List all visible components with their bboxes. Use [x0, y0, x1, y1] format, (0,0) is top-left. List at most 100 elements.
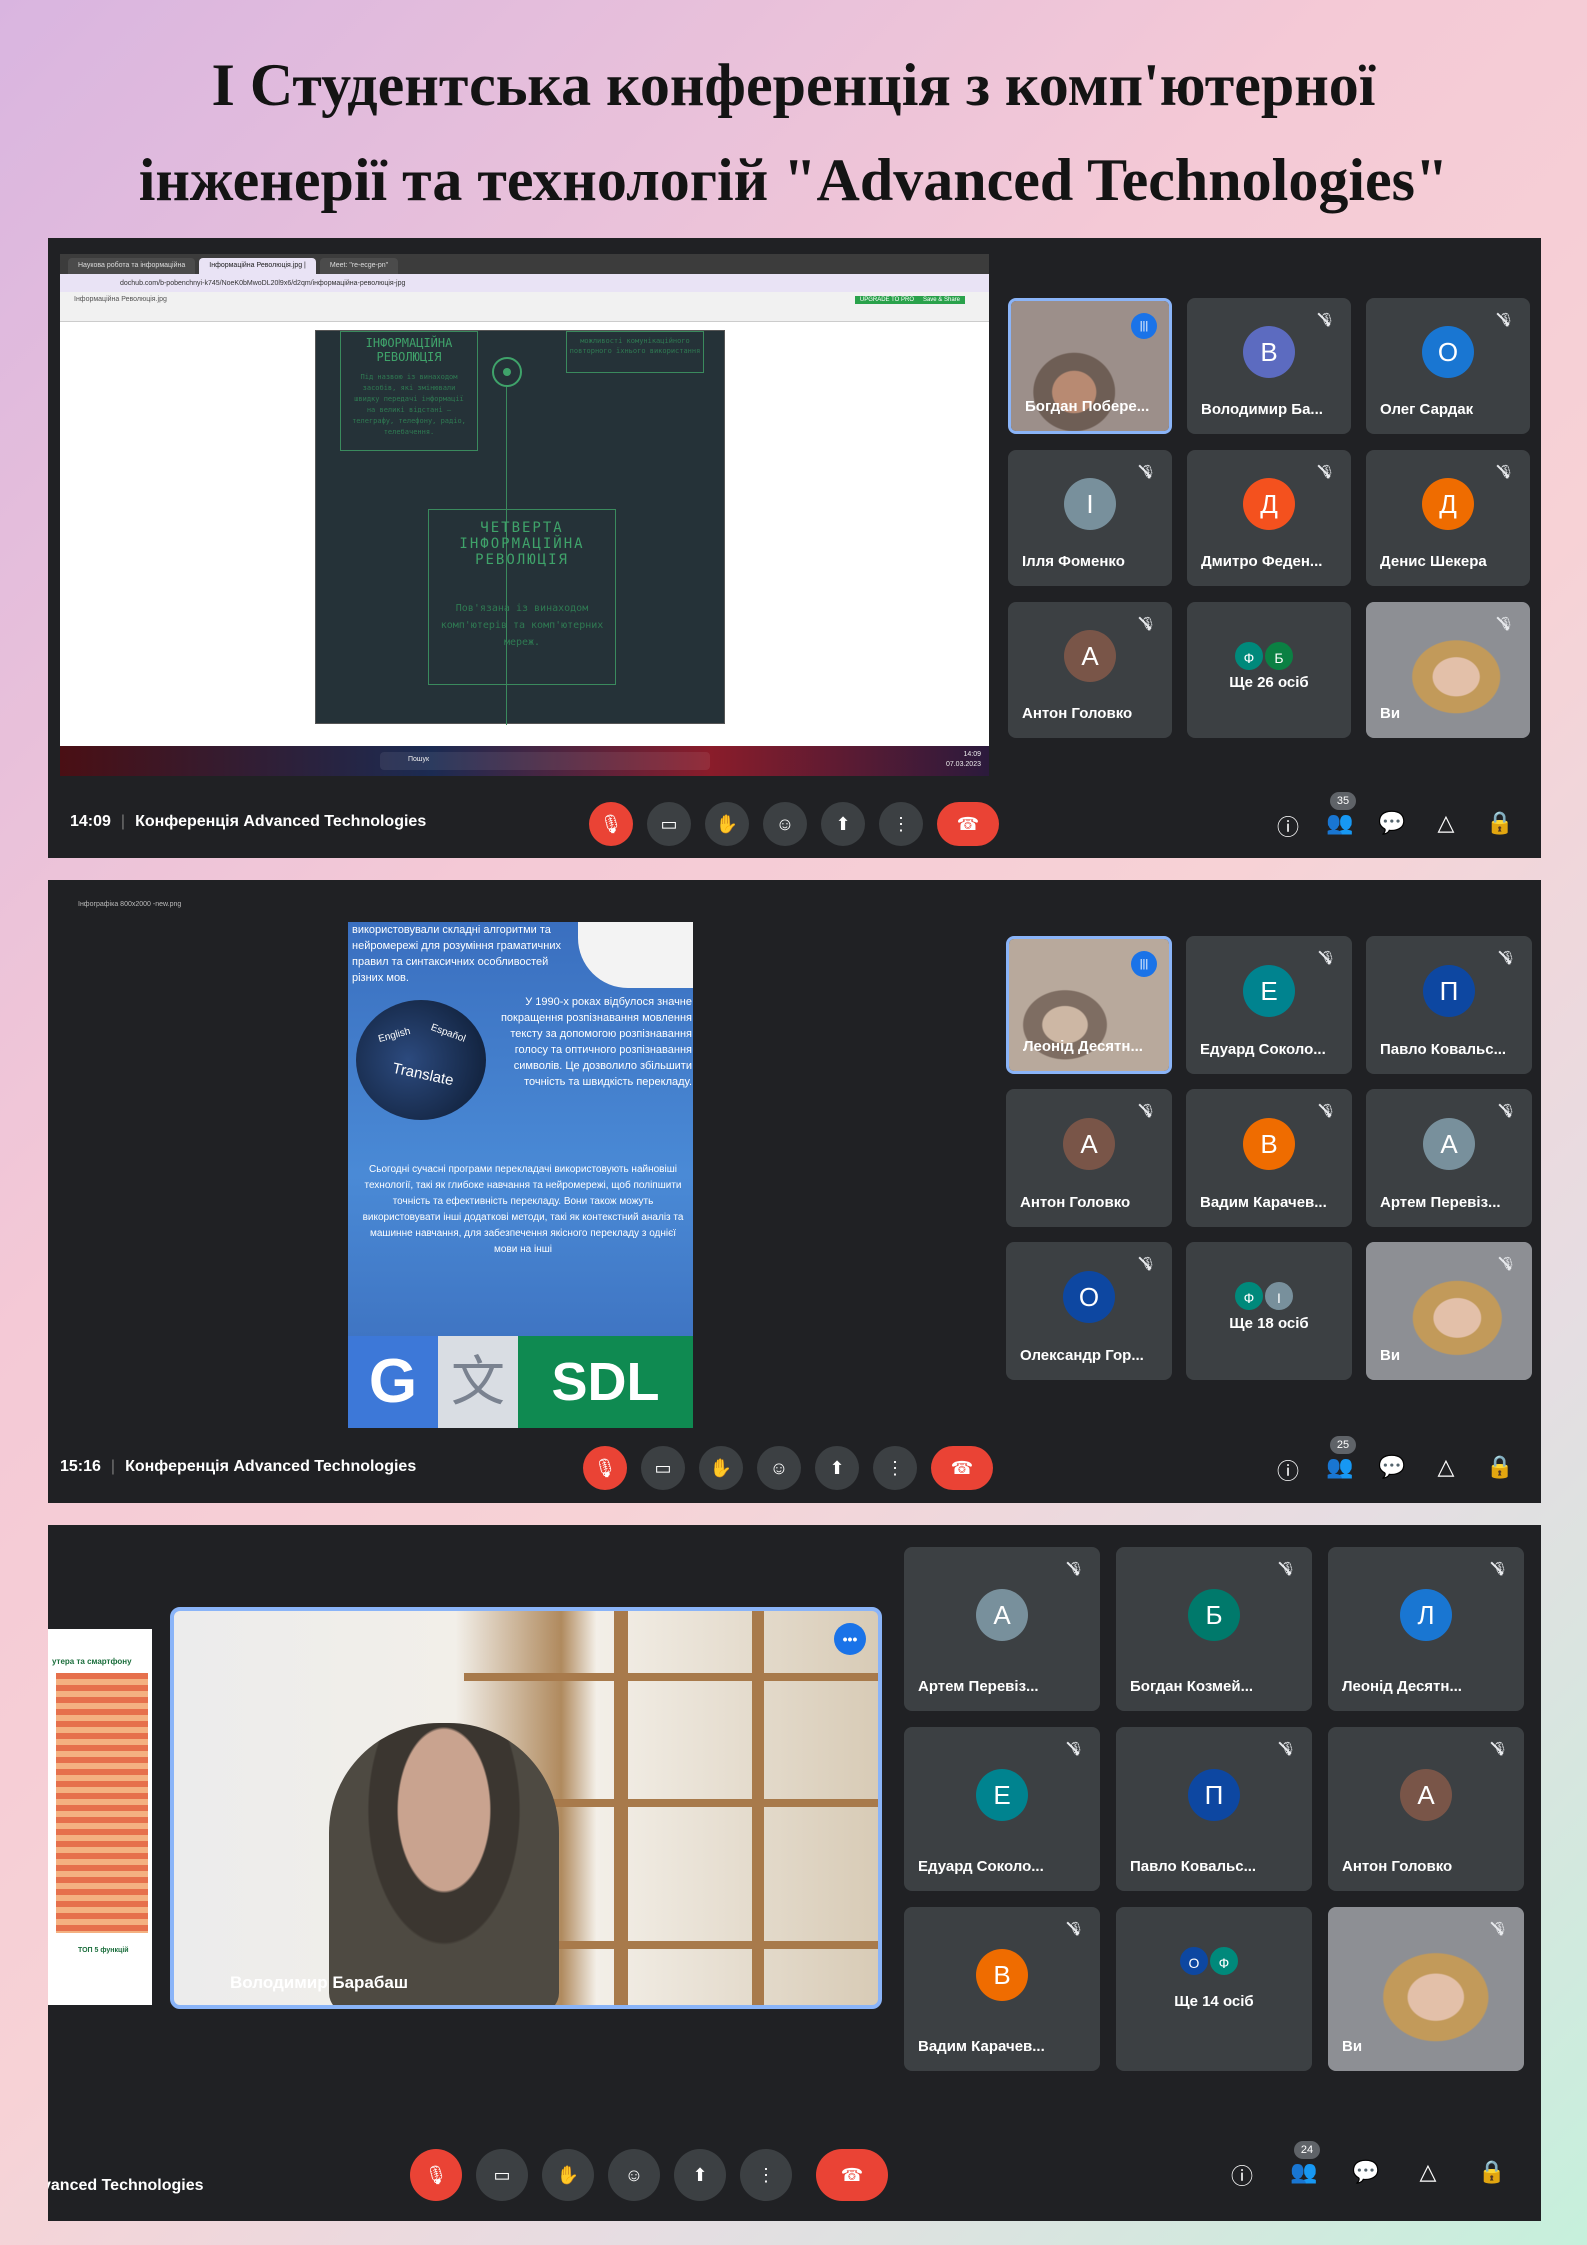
- chat-icon[interactable]: 💬: [1378, 1454, 1406, 1480]
- address-bar[interactable]: dochub.com/b-pobenchnyi-k745/NoeK0bMwoDL…: [60, 274, 989, 292]
- avatar: Е: [976, 1769, 1028, 1821]
- participant-tile[interactable]: Д Денис Шекера 🎙: [1366, 450, 1530, 586]
- leave-call-button[interactable]: ☎: [937, 802, 999, 846]
- avatar: Б: [1188, 1589, 1240, 1641]
- key-label: Español: [429, 1022, 467, 1045]
- people-icon[interactable]: 35 👥: [1326, 792, 1356, 836]
- avatar: А: [976, 1589, 1028, 1641]
- participant-tile[interactable]: Ви 🎙: [1366, 1242, 1532, 1380]
- participant-tile[interactable]: Ви 🎙: [1328, 1907, 1524, 2071]
- participant-tile[interactable]: Е Едуард Соколо... 🎙: [904, 1727, 1100, 1891]
- camera-button[interactable]: ▭: [647, 802, 691, 846]
- participant-tile[interactable]: Ви 🎙: [1366, 602, 1530, 738]
- present-button[interactable]: ⬆: [674, 2149, 726, 2201]
- participant-tile[interactable]: О Олег Сардак 🎙: [1366, 298, 1530, 434]
- info-icon[interactable]: ⓘ: [1274, 1454, 1302, 1486]
- participant-tile[interactable]: В Вадим Карачев... 🎙: [904, 1907, 1100, 2071]
- image-viewer-title: Інфографіка 800х2000 -new.png: [78, 901, 182, 908]
- poster-paragraph: Сьогодні сучасні програми перекладачі ви…: [362, 1164, 684, 1255]
- participant-tile[interactable]: А Артем Перевіз... 🎙: [1366, 1089, 1532, 1227]
- camera-button[interactable]: ▭: [641, 1446, 685, 1490]
- title-line-1: I Студентська конференція з комп'ютерної: [211, 52, 1376, 118]
- mini-avatar: Ф: [1233, 640, 1265, 672]
- participant-name: Володимир Ба...: [1201, 401, 1323, 418]
- participant-tile[interactable]: А Антон Головко 🎙: [1008, 602, 1172, 738]
- emoji-button[interactable]: ☺: [757, 1446, 801, 1490]
- participant-name: Богдан Побере...: [1025, 398, 1150, 415]
- browser-tab[interactable]: Наукова робота та інформаційна: [68, 258, 196, 274]
- present-button[interactable]: ⬆: [815, 1446, 859, 1490]
- present-button[interactable]: ⬆: [821, 802, 865, 846]
- raise-hand-button[interactable]: ✋: [705, 802, 749, 846]
- people-count: 25: [1330, 1436, 1356, 1454]
- avatar: П: [1188, 1769, 1240, 1821]
- participant-tile[interactable]: О Олександр Гор... 🎙: [1006, 1242, 1172, 1380]
- leave-call-button[interactable]: ☎: [931, 1446, 993, 1490]
- participant-tile[interactable]: Е Едуард Соколо... 🎙: [1186, 936, 1352, 1074]
- participant-tile[interactable]: Ф Б Ще 26 осіб: [1187, 602, 1351, 738]
- participant-tile[interactable]: В Володимир Ба... 🎙: [1187, 298, 1351, 434]
- more-options-button[interactable]: ⋮: [879, 802, 923, 846]
- participant-tile[interactable]: Л Леонід Десятн... 🎙: [1328, 1547, 1524, 1711]
- mic-off-button[interactable]: 🎙: [410, 2149, 462, 2201]
- taskbar-search[interactable]: Пошук: [408, 756, 429, 763]
- camera-button[interactable]: ▭: [476, 2149, 528, 2201]
- participant-tile[interactable]: П Павло Ковальс... 🎙: [1116, 1727, 1312, 1891]
- mic-muted-icon: 🎙: [1279, 1561, 1296, 1576]
- leave-call-button[interactable]: ☎: [816, 2149, 888, 2201]
- host-controls-icon[interactable]: 🔒: [1486, 810, 1514, 836]
- activities-icon[interactable]: △: [1432, 1454, 1460, 1480]
- host-controls-icon[interactable]: 🔒: [1486, 1454, 1514, 1480]
- save-share-button[interactable]: Save & Share: [917, 296, 965, 304]
- info-icon[interactable]: ⓘ: [1274, 810, 1302, 842]
- participant-tile[interactable]: Б Богдан Козмей... 🎙: [1116, 1547, 1312, 1711]
- participant-tile[interactable]: А Артем Перевіз... 🎙: [904, 1547, 1100, 1711]
- poster-paragraph: використовували складні алгоритми та ней…: [352, 924, 561, 984]
- people-icon[interactable]: 24 👥: [1290, 2141, 1320, 2185]
- mic-muted-icon: 🎙: [1139, 464, 1156, 479]
- host-controls-icon[interactable]: 🔒: [1478, 2159, 1506, 2185]
- participant-tile[interactable]: Леонід Десятн... |||: [1006, 936, 1172, 1074]
- activities-icon[interactable]: △: [1432, 810, 1460, 836]
- revolution-box-fourth: ЧЕТВЕРТА ІНФОРМАЦІЙНА РЕВОЛЮЦІЯ Пов'язан…: [428, 509, 616, 685]
- raise-hand-button[interactable]: ✋: [699, 1446, 743, 1490]
- shared-screen: Інфографіка 800х2000 -new.png використов…: [48, 898, 985, 1428]
- raise-hand-button[interactable]: ✋: [542, 2149, 594, 2201]
- mic-off-button[interactable]: 🎙: [589, 802, 633, 846]
- mic-muted-icon: 🎙: [1497, 464, 1514, 479]
- participant-tile[interactable]: П Павло Ковальс... 🎙: [1366, 936, 1532, 1074]
- participant-tile[interactable]: О Ф Ще 14 осіб: [1116, 1907, 1312, 2071]
- participant-tile[interactable]: В Вадим Карачев... 🎙: [1186, 1089, 1352, 1227]
- participant-tile[interactable]: Богдан Побере... |||: [1008, 298, 1172, 434]
- revolution-box: ІНФОРМАЦІЙНА РЕВОЛЮЦІЯ Під назвою із вин…: [340, 331, 478, 451]
- meeting-info: vanced Technologies: [48, 2177, 204, 2195]
- chat-icon[interactable]: 💬: [1378, 810, 1406, 836]
- participant-tile[interactable]: А Антон Головко 🎙: [1328, 1727, 1524, 1891]
- more-options-button[interactable]: ⋮: [873, 1446, 917, 1490]
- emoji-button[interactable]: ☺: [608, 2149, 660, 2201]
- browser-tab[interactable]: Meet: "re-ecge-pn": [319, 258, 399, 274]
- main-speaker-video[interactable]: ••• Володимир Барабаш: [170, 1607, 882, 2009]
- participant-tile[interactable]: Д Дмитро Феден... 🎙: [1187, 450, 1351, 586]
- chat-icon[interactable]: 💬: [1352, 2159, 1380, 2185]
- browser-tab-active[interactable]: Інформаційна Революція.jpg |: [199, 258, 316, 274]
- taskbar-apps[interactable]: Пошук: [380, 752, 710, 770]
- participant-tile[interactable]: А Антон Головко 🎙: [1006, 1089, 1172, 1227]
- windows-taskbar: Пошук 14:09 07.03.2023: [60, 746, 989, 776]
- participant-tile[interactable]: І Ілля Фоменко 🎙: [1008, 450, 1172, 586]
- meeting-info: 14:09 | Конференція Advanced Technologies: [70, 813, 427, 830]
- meet-screenshot-2: Інфографіка 800х2000 -new.png використов…: [48, 880, 1541, 1503]
- more-options-badge[interactable]: •••: [834, 1623, 866, 1655]
- upgrade-button[interactable]: UPGRADE TO PRO: [854, 296, 919, 304]
- info-icon[interactable]: ⓘ: [1228, 2159, 1256, 2191]
- others-avatars: ОФ: [1178, 1945, 1250, 1979]
- emoji-button[interactable]: ☺: [763, 802, 807, 846]
- more-options-button[interactable]: ⋮: [740, 2149, 792, 2201]
- people-icon[interactable]: 25 👥: [1326, 1436, 1356, 1480]
- participant-tile[interactable]: Ф І Ще 18 осіб: [1186, 1242, 1352, 1380]
- mic-off-button[interactable]: 🎙: [583, 1446, 627, 1490]
- activities-icon[interactable]: △: [1414, 2159, 1442, 2185]
- speaker-name: Володимир Барабаш: [230, 1973, 408, 1992]
- participant-name: Ви: [1380, 705, 1401, 722]
- avatar: Д: [1243, 478, 1295, 530]
